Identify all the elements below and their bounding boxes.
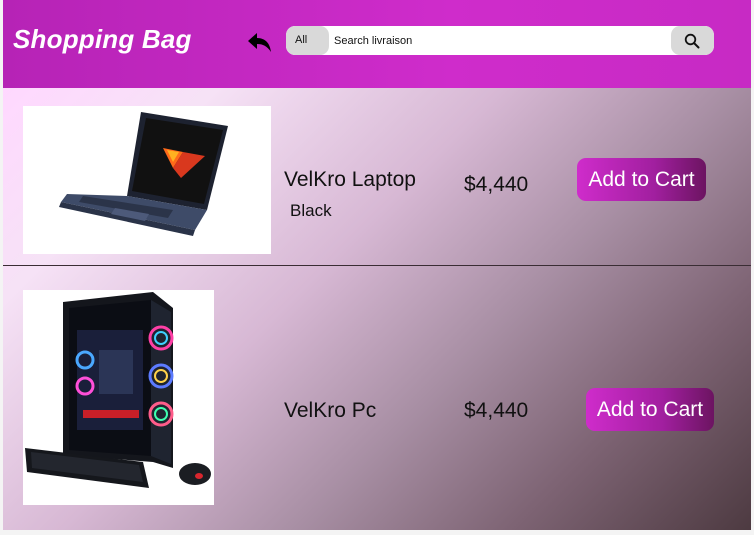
app-title: Shopping Bag (13, 24, 192, 54)
header-bar: Shopping Bag All (3, 0, 751, 88)
search-input[interactable] (332, 26, 664, 55)
search-button[interactable] (671, 26, 714, 55)
search-bar: All (286, 26, 714, 55)
product-color: Black (290, 201, 332, 220)
desktop-pc-image (23, 290, 214, 505)
undo-arrow-icon[interactable] (247, 29, 273, 55)
product-name[interactable]: VelKro Laptop (284, 168, 416, 192)
add-to-cart-button[interactable]: Add to Cart (577, 158, 706, 201)
laptop-icon (59, 112, 228, 236)
desktop-pc-icon (25, 292, 211, 488)
app-frame: Shopping Bag All Search livraison VelKro… (3, 0, 751, 530)
search-icon (684, 33, 700, 49)
product-price: $4,440 (464, 173, 529, 196)
product-name[interactable]: VelKro Pc (284, 399, 376, 423)
list-item: VelKro Pc $4,440 Add to Cart (3, 266, 751, 530)
product-list: VelKro Laptop Black $4,440 Add to Cart V… (3, 88, 751, 530)
product-price: $4,440 (464, 399, 529, 422)
search-category-select[interactable]: All (286, 26, 329, 55)
list-item: VelKro Laptop Black $4,440 Add to Cart (3, 88, 751, 266)
add-to-cart-button[interactable]: Add to Cart (586, 388, 714, 431)
laptop-image (23, 106, 271, 254)
